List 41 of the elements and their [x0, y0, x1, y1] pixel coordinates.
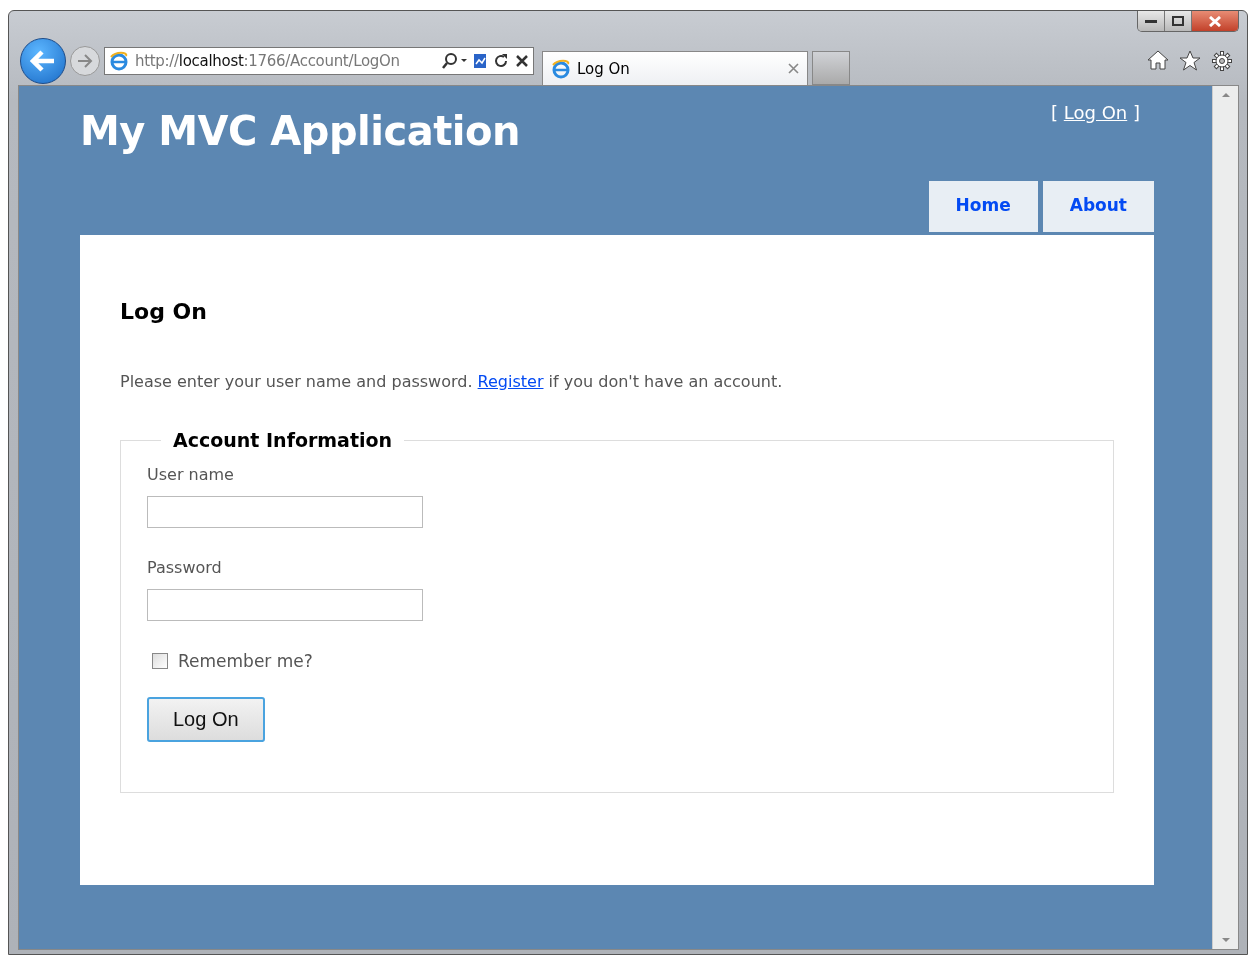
scroll-up-icon[interactable]	[1221, 92, 1230, 97]
close-tab-icon[interactable]	[788, 63, 799, 74]
field-label: User name	[147, 465, 235, 484]
home-icon[interactable]	[1147, 50, 1169, 70]
scrollbar[interactable]	[1212, 86, 1238, 949]
close-icon	[1209, 15, 1221, 27]
fieldset-legend: Account Information	[161, 429, 405, 451]
remember-checkbox[interactable]	[152, 653, 168, 669]
stop-icon[interactable]	[515, 54, 529, 68]
browser-logo-icon	[109, 51, 129, 71]
page-heading: Log On	[120, 299, 208, 324]
scroll-down-icon[interactable]	[1221, 938, 1230, 943]
refresh-icon[interactable]	[493, 53, 509, 69]
field-label: Password	[147, 558, 223, 577]
maximize-button[interactable]	[1165, 11, 1192, 31]
url-text: http://localhost:1766/Account/LogOn	[135, 52, 401, 70]
forward-arrow-icon	[77, 54, 93, 68]
input-field[interactable]	[147, 496, 423, 528]
intro-text: Please enter your user name and password. Register if you don't have an account.	[120, 372, 784, 391]
minimize-icon	[1145, 18, 1157, 24]
address-bar[interactable]: http://localhost:1766/Account/LogOn	[104, 47, 534, 75]
settings-icon[interactable]	[1211, 50, 1233, 72]
search-icon[interactable]	[441, 52, 467, 70]
input-field[interactable]	[147, 589, 423, 621]
login-status-text: [ Log On ]	[1051, 102, 1140, 125]
back-button[interactable]	[20, 38, 66, 84]
back-arrow-icon	[30, 50, 56, 72]
menu-tab[interactable]: Home	[928, 181, 1038, 232]
log-on-link[interactable]: Log On	[1063, 102, 1128, 123]
log-on-button[interactable]: Log On	[147, 697, 265, 742]
minimize-button[interactable]	[1138, 11, 1165, 31]
menu-tab[interactable]: About	[1042, 181, 1154, 232]
browser-tab[interactable]: Log On	[542, 51, 808, 85]
register-link[interactable]: Register	[477, 372, 544, 391]
site-title: My MVC Application	[80, 108, 520, 156]
compatibility-icon[interactable]	[473, 53, 487, 69]
close-button[interactable]	[1192, 11, 1238, 31]
browser-logo-icon	[551, 58, 571, 79]
maximize-icon	[1172, 16, 1184, 26]
star-icon[interactable]	[1179, 50, 1201, 71]
checkbox-label: Remember me?	[178, 651, 313, 671]
